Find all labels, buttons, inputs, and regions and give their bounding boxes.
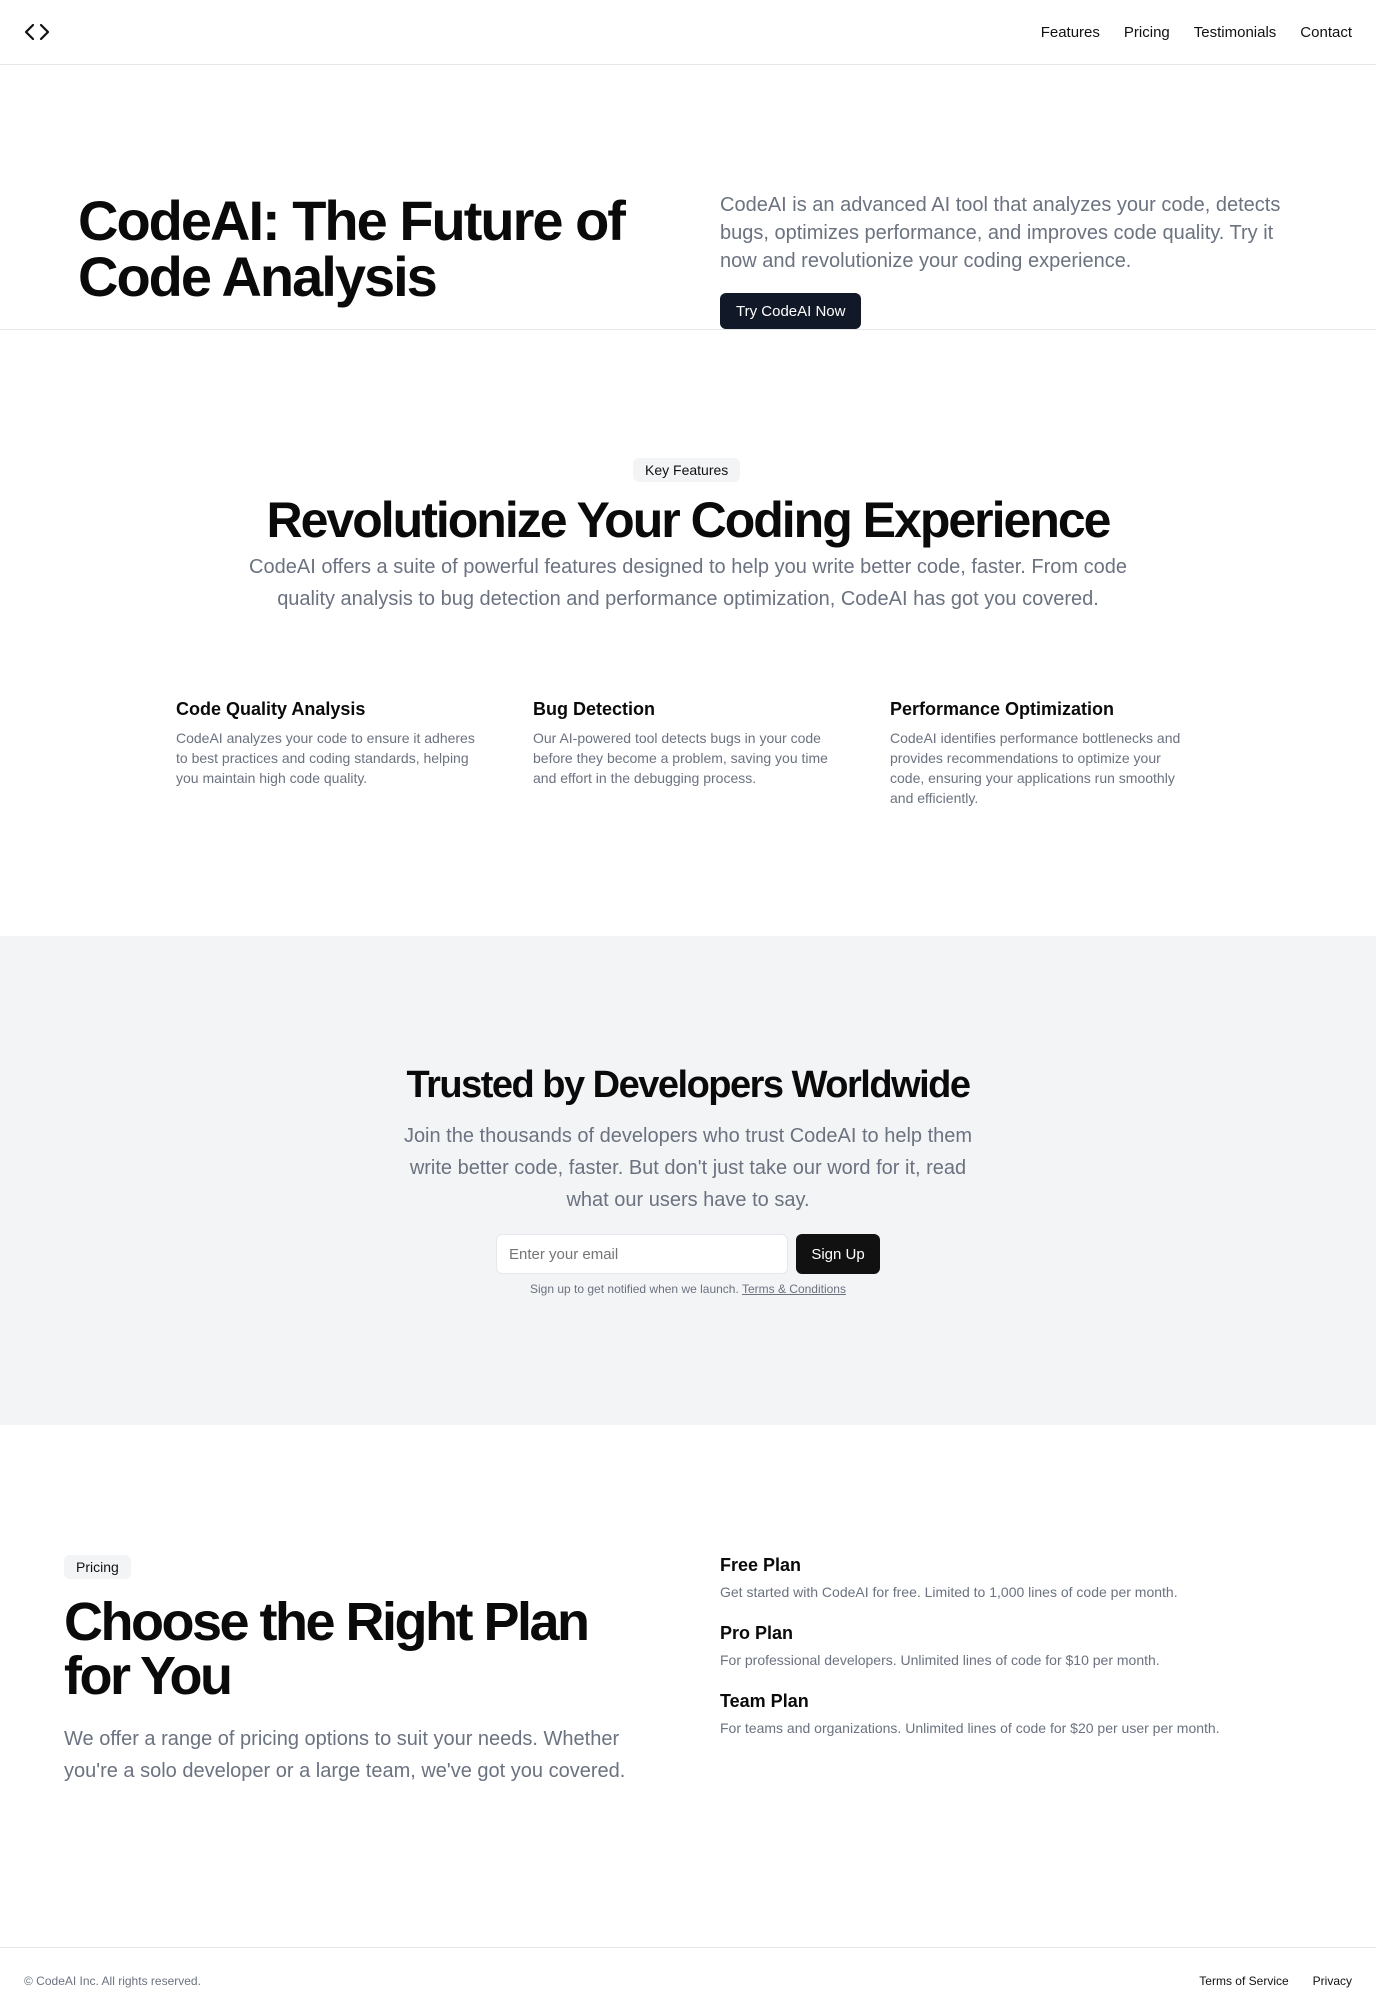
- signup-note-text: Sign up to get notified when we launch.: [530, 1282, 739, 1296]
- logo-link[interactable]: [24, 22, 50, 42]
- email-input[interactable]: [496, 1234, 788, 1274]
- features-description: CodeAI offers a suite of powerful featur…: [249, 556, 1127, 610]
- plan-text: For professional developers. Unlimited l…: [720, 1652, 1160, 1668]
- plan-name: Pro Plan: [720, 1623, 794, 1643]
- pricing-badge: Pricing: [64, 1555, 131, 1579]
- trusted-title: Trusted by Developers Worldwide: [406, 1064, 971, 1106]
- footer-links: Terms of Service Privacy: [1199, 1974, 1352, 1988]
- nav-link-testimonials[interactable]: Testimonials: [1194, 24, 1277, 41]
- terms-of-service-link[interactable]: Terms of Service: [1199, 1974, 1288, 1988]
- nav-link-features[interactable]: Features: [1041, 24, 1100, 41]
- feature-title: Performance Optimization: [890, 699, 1115, 719]
- feature-card: Code Quality Analysis CodeAI analyzes yo…: [176, 699, 476, 788]
- nav-link-pricing[interactable]: Pricing: [1124, 24, 1170, 41]
- signup-note: Sign up to get notified when we launch. …: [0, 1282, 1376, 1296]
- features-section: Key Features Revolutionize Your Coding E…: [0, 331, 1376, 936]
- plan-text: For teams and organizations. Unlimited l…: [720, 1720, 1220, 1736]
- feature-title: Bug Detection: [533, 699, 656, 719]
- site-header: Features Pricing Testimonials Contact: [0, 0, 1376, 65]
- nav-link-contact[interactable]: Contact: [1300, 24, 1352, 41]
- feature-card: Bug Detection Our AI-powered tool detect…: [533, 699, 833, 788]
- feature-card: Performance Optimization CodeAI identifi…: [890, 699, 1190, 808]
- feature-title: Code Quality Analysis: [176, 699, 366, 719]
- feature-text: CodeAI identifies performance bottleneck…: [890, 730, 1181, 806]
- trusted-section: Trusted by Developers Worldwide Join the…: [0, 936, 1376, 1425]
- footer-copyright: © CodeAI Inc. All rights reserved.: [24, 1973, 201, 1988]
- site-footer: © CodeAI Inc. All rights reserved. Terms…: [0, 1947, 1376, 2013]
- plan-name: Free Plan: [720, 1555, 802, 1575]
- feature-text: Our AI-powered tool detects bugs in your…: [533, 730, 828, 786]
- plan-pro: Pro Plan For professional developers. Un…: [720, 1623, 1320, 1668]
- pricing-title: Choose the Right Plan for You: [64, 1592, 590, 1706]
- hero-title: CodeAI: The Future of Code Analysis: [78, 189, 626, 308]
- privacy-link[interactable]: Privacy: [1313, 1974, 1352, 1988]
- hero-description: CodeAI is an advanced AI tool that analy…: [720, 194, 1281, 272]
- code-brackets-icon: [24, 23, 50, 41]
- main-nav: Features Pricing Testimonials Contact: [1041, 24, 1352, 41]
- pricing-section: Pricing Choose the Right Plan for You We…: [0, 1425, 1376, 1947]
- terms-conditions-link[interactable]: Terms & Conditions: [742, 1282, 846, 1296]
- trusted-description: Join the thousands of developers who tru…: [403, 1125, 973, 1211]
- pricing-description: We offer a range of pricing options to s…: [64, 1728, 626, 1782]
- plan-free: Free Plan Get started with CodeAI for fr…: [720, 1555, 1320, 1600]
- feature-text: CodeAI analyzes your code to ensure it a…: [176, 730, 475, 786]
- features-title: Revolutionize Your Coding Experience: [266, 492, 1112, 548]
- try-codeai-button[interactable]: Try CodeAI Now: [720, 293, 862, 329]
- features-badge: Key Features: [633, 458, 741, 482]
- plan-text: Get started with CodeAI for free. Limite…: [720, 1584, 1178, 1600]
- plan-team: Team Plan For teams and organizations. U…: [720, 1691, 1320, 1736]
- plan-name: Team Plan: [720, 1691, 809, 1711]
- sign-up-button[interactable]: Sign Up: [796, 1234, 880, 1274]
- hero-section: CodeAI: The Future of Code Analysis Code…: [0, 65, 1376, 330]
